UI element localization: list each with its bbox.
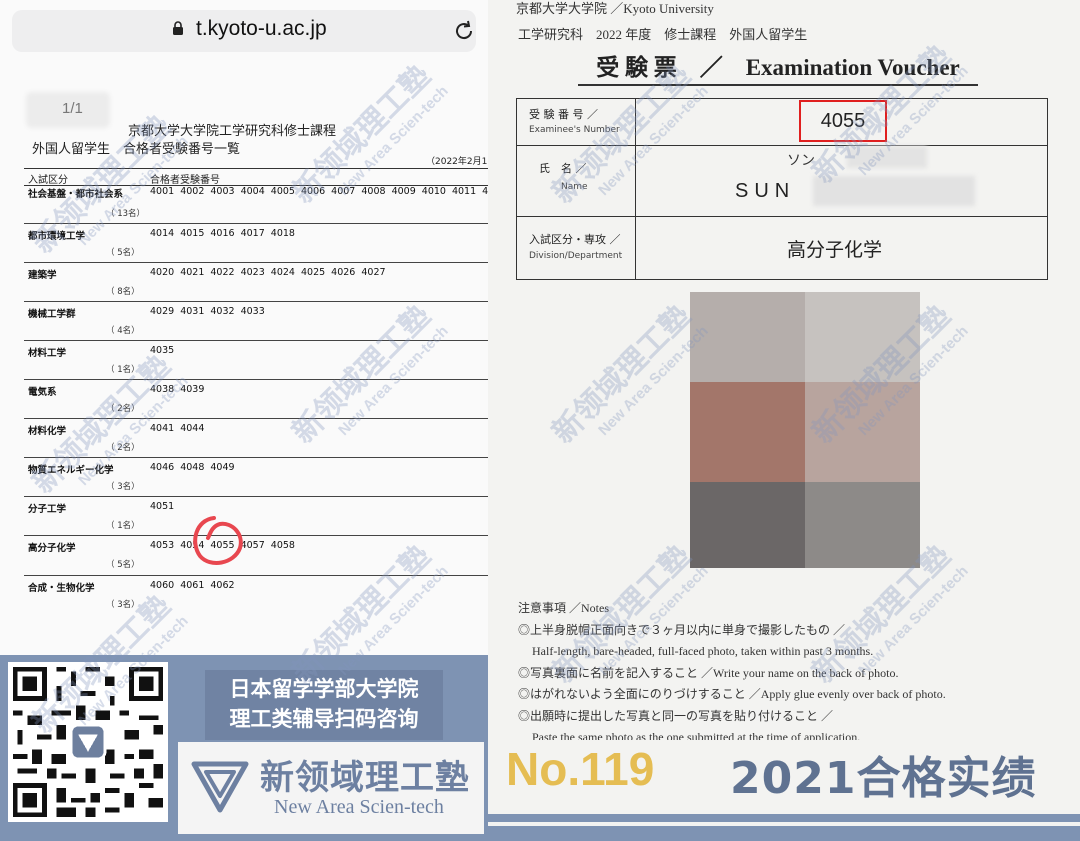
pass-list-screenshot: t.kyoto-u.ac.jp 1/1 京都大学大学院工学研究科修士課程 外国人… xyxy=(0,0,488,841)
dept-numbers: 4060 4061 4062 xyxy=(150,580,235,591)
voucher-program: 工学研究科 2022 年度 修士課程 外国人留学生 xyxy=(518,27,808,42)
dept-numbers: 4035 xyxy=(150,345,175,356)
note-line: Half-length, bare-headed, full-faced pho… xyxy=(532,644,874,658)
list-item: 建築学 4020 4021 4022 4023 4024 4025 4026 4… xyxy=(24,263,488,302)
list-item: 高分子化学 4053 4054 4055 4057 4058 （ 5名） xyxy=(24,536,488,576)
dept-count: （ 8名） xyxy=(106,287,140,297)
dept-numbers: 4029 4031 4032 4033 xyxy=(150,306,265,317)
name-kana: ソン xyxy=(787,153,815,169)
note-line: ◎出願時に提出した写真と同一の写真を貼り付けること ／ xyxy=(518,708,834,723)
dept-count: （ 3名） xyxy=(106,600,140,610)
list-date: （2022年2月1 xyxy=(426,157,488,167)
dept-numbers: 4020 4021 4022 4023 4024 4025 4026 4027 xyxy=(150,267,386,278)
pixelated-photo xyxy=(690,292,920,568)
reload-icon[interactable] xyxy=(452,19,476,43)
list-item: 電気系 4038 4039 （ 2名） xyxy=(24,380,488,419)
promo-text: 日本留学学部大学院 理工类辅导扫码咨询 xyxy=(205,670,443,740)
url-text: t.kyoto-u.ac.jp xyxy=(196,17,327,40)
page-indicator: 1/1 xyxy=(62,100,83,117)
banner-stripe xyxy=(488,814,1080,841)
voucher-university: 京都大学大学院 ／Kyoto University xyxy=(516,1,714,16)
lock-icon xyxy=(173,21,183,35)
dept-name: 合成・生物化学 xyxy=(28,583,95,594)
note-line: ◎上半身脱帽正面向きで３ヶ月以内に単身で撮影したもの ／ xyxy=(518,622,846,637)
qr-code[interactable] xyxy=(8,662,168,822)
dept-numbers: 4041 4044 xyxy=(150,423,205,434)
examinee-name: SUN xyxy=(735,180,796,202)
dept-name: 電気系 xyxy=(28,387,57,398)
row-name: 氏 名 ／ Name ソン SUN xyxy=(517,146,1047,217)
voucher-title: 受 験 票 ／ Examination Voucher xyxy=(578,48,978,86)
promo-line2: 理工类辅导扫码咨询 xyxy=(229,707,419,731)
label-name-jp: 氏 名 ／ xyxy=(539,162,587,175)
list-item: 分子工学 4051 （ 1名） xyxy=(24,497,488,536)
row-examinee-number: 受 験 番 号 ／ Examinee's Number 4055 xyxy=(517,99,1047,146)
label-cell: 氏 名 ／ Name xyxy=(517,146,636,216)
banner-number: No.119 xyxy=(506,743,655,795)
red-circle-annotation xyxy=(193,516,243,565)
brand-logo-icon xyxy=(191,761,249,813)
address-bar[interactable]: t.kyoto-u.ac.jp xyxy=(12,10,476,52)
voucher-notes: 注意事項 ／Notes ◎上半身脱帽正面向きで３ヶ月以内に単身で撮影したもの ／… xyxy=(518,598,946,749)
redacted-kana xyxy=(847,146,927,168)
dept-count: （ 3名） xyxy=(106,482,140,492)
label-cell: 入試区分・専攻 ／ Division/Department xyxy=(517,217,636,279)
list-item: 社会基盤・都市社会系 4001 4002 4003 4004 4005 4006… xyxy=(24,184,488,224)
dept-name: 物質エネルギー化学 xyxy=(28,465,114,476)
dept-name: 材料工学 xyxy=(28,348,67,359)
dept-name: 都市環境工学 xyxy=(28,231,86,242)
dept-numbers: 4051 xyxy=(150,501,175,512)
division-value: 高分子化学 xyxy=(787,239,883,261)
list-title: 京都大学大学院工学研究科修士課程 xyxy=(128,124,337,139)
list-subtitle: 外国人留学生 合格者受験番号一覧 xyxy=(32,142,241,157)
dept-count: （ 4名） xyxy=(106,326,140,336)
banner-result: 2021合格实绩 xyxy=(730,753,1037,804)
dept-numbers: 4046 4048 4049 xyxy=(150,462,235,473)
dept-numbers: 4014 4015 4016 4017 4018 xyxy=(150,228,295,239)
label-division-en: Division/Department xyxy=(529,251,623,261)
dept-count: （ 13名） xyxy=(106,209,146,219)
dept-count: （ 2名） xyxy=(106,404,140,414)
note-line: ◎はがれないよう全面にのりづけすること ／Apply glue evenly o… xyxy=(518,687,946,701)
dept-name: 機械工学群 xyxy=(28,309,76,320)
label-number-jp: 受 験 番 号 ／ xyxy=(529,108,598,121)
list-item: 機械工学群 4029 4031 4032 4033 （ 4名） xyxy=(24,302,488,341)
dept-count: （ 1名） xyxy=(106,521,140,531)
dept-name: 建築学 xyxy=(28,270,57,281)
dept-name: 分子工学 xyxy=(28,504,67,515)
dept-count: （ 5名） xyxy=(106,248,140,258)
list-item: 物質エネルギー化学 4046 4048 4049 （ 3名） xyxy=(24,458,488,497)
voucher-table: 受 験 番 号 ／ Examinee's Number 4055 氏 名 ／ N… xyxy=(516,98,1048,280)
list-item: 材料化学 4041 4044 （ 2名） xyxy=(24,419,488,458)
dept-name: 材料化学 xyxy=(28,426,67,437)
dept-count: （ 2名） xyxy=(106,443,140,453)
redacted-name xyxy=(813,176,975,206)
list-item: 材料工学 4035 （ 1名） xyxy=(24,341,488,380)
brand-logo: 新领域理工塾 New Area Scien-tech xyxy=(178,742,484,834)
promo-line1: 日本留学学部大学院 xyxy=(229,677,419,701)
row-division: 入試区分・専攻 ／ Division/Department 高分子化学 xyxy=(517,217,1047,279)
label-number-en: Examinee's Number xyxy=(529,125,620,135)
dept-name: 高分子化学 xyxy=(28,543,76,554)
note-line: ◎写真裏面に名前を記入すること ／Write your name on the … xyxy=(518,665,899,680)
brand-name-en: New Area Scien-tech xyxy=(274,796,444,818)
dept-count: （ 1名） xyxy=(106,365,140,375)
label-division-jp: 入試区分・専攻 ／ xyxy=(529,233,621,246)
list-item: 合成・生物化学 4060 4061 4062 （ 3名） xyxy=(24,576,488,616)
brand-name-cn: 新领域理工塾 xyxy=(260,758,470,798)
dept-name: 社会基盤・都市社会系 xyxy=(28,189,124,200)
examinee-number: 4055 xyxy=(799,100,887,142)
exam-voucher: 京都大学大学院 ／Kyoto University 工学研究科 2022 年度 … xyxy=(488,0,1080,841)
label-name-en: Name xyxy=(561,182,588,192)
label-cell: 受 験 番 号 ／ Examinee's Number xyxy=(517,99,636,145)
notes-title: 注意事項 ／Notes xyxy=(518,601,609,615)
dept-count: （ 5名） xyxy=(106,560,140,570)
dept-numbers: 4038 4039 xyxy=(150,384,205,395)
dept-numbers: 4001 4002 4003 4004 4005 4006 4007 4008 … xyxy=(150,186,488,197)
list-item: 都市環境工学 4014 4015 4016 4017 4018 （ 5名） xyxy=(24,224,488,263)
